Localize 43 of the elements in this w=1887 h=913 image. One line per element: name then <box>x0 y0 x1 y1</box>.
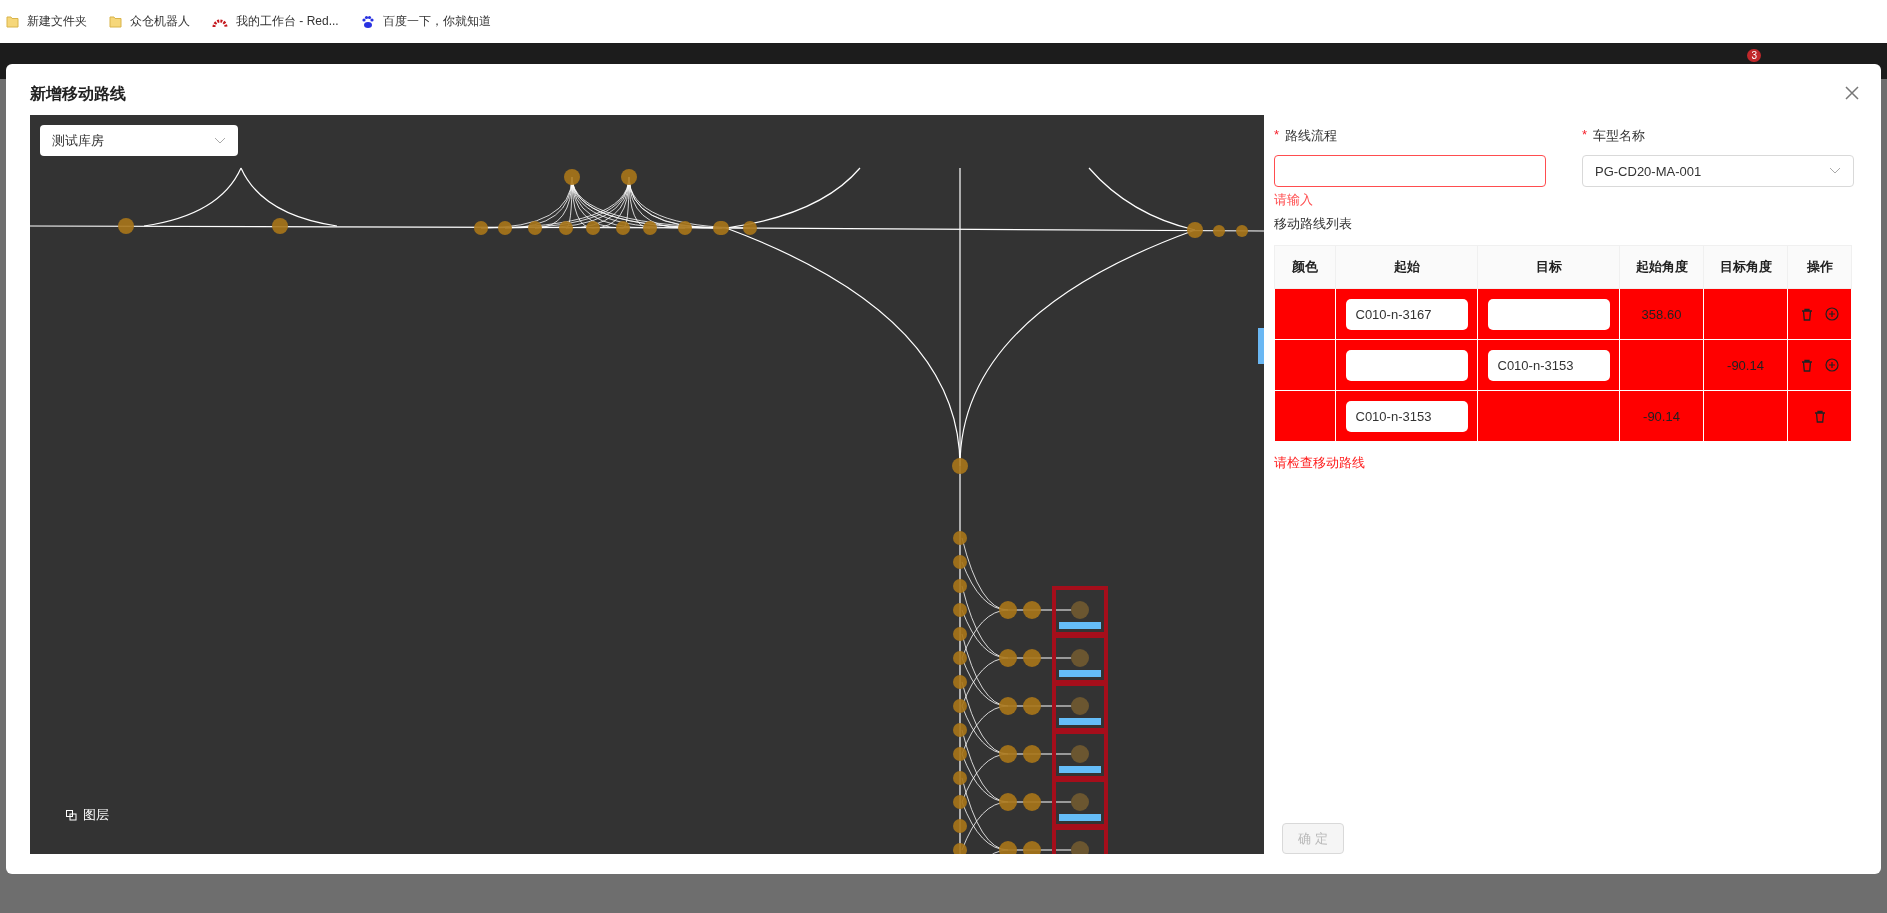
chevron-down-icon <box>1829 167 1841 175</box>
column-header: 目标角度 <box>1703 245 1788 289</box>
column-header: 操作 <box>1787 245 1852 289</box>
start-input[interactable]: C010-n-3153 <box>1345 400 1468 432</box>
bookmark-link[interactable]: 新建文件夹 <box>6 13 87 30</box>
delete-icon[interactable] <box>1813 409 1826 423</box>
notification-badge: 3 <box>1747 49 1761 62</box>
error-message: 请检查移动路线 <box>1274 454 1366 472</box>
chevron-down-icon <box>214 136 226 145</box>
angle-text: -90.14 <box>1727 357 1764 373</box>
required-mark: * <box>1274 127 1280 144</box>
folder-icon <box>6 15 19 28</box>
route-input[interactable] <box>1274 155 1546 187</box>
column-header: 起始角度 <box>1619 245 1704 289</box>
add-icon[interactable] <box>1824 307 1839 321</box>
error-message: 请输入 <box>1274 191 1314 209</box>
column-header: 起始 <box>1335 245 1478 289</box>
bookmark-link[interactable]: 众仓机器人 <box>109 13 190 30</box>
start-input[interactable]: C010-n-3167 <box>1345 298 1468 330</box>
target-input[interactable] <box>1487 298 1610 330</box>
layers-icon <box>66 809 77 821</box>
dialog-title: 新增移动路线 <box>30 84 126 104</box>
required-mark: * <box>1582 127 1588 144</box>
layer-button[interactable]: 图层 <box>66 806 109 824</box>
angle-text: -90.14 <box>1643 408 1680 424</box>
add-icon[interactable] <box>1824 358 1839 372</box>
field-label: 车型名称 <box>1593 127 1646 145</box>
delete-icon[interactable] <box>1800 307 1813 321</box>
angle-text: 358.60 <box>1641 306 1682 322</box>
paw-icon <box>360 14 375 29</box>
column-header: 目标 <box>1477 245 1620 289</box>
section-title: 移动路线列表 <box>1274 215 1353 233</box>
bookmark-link[interactable]: 我的工作台 - Red... <box>212 13 339 30</box>
start-input[interactable] <box>1345 349 1468 381</box>
folder-icon <box>109 15 122 28</box>
bookmark-link[interactable]: 百度一下，你就知道 <box>360 13 491 30</box>
delete-icon[interactable] <box>1800 358 1813 372</box>
panel-handle[interactable] <box>1258 328 1264 364</box>
target-input[interactable]: C010-n-3153 <box>1487 349 1610 381</box>
field-label: 路线流程 <box>1285 127 1338 145</box>
warehouse-select[interactable]: 测试库房 <box>40 125 238 156</box>
column-header: 颜色 <box>1274 245 1336 289</box>
vehicle-select[interactable]: PG-CD20-MA-001 <box>1582 155 1854 187</box>
